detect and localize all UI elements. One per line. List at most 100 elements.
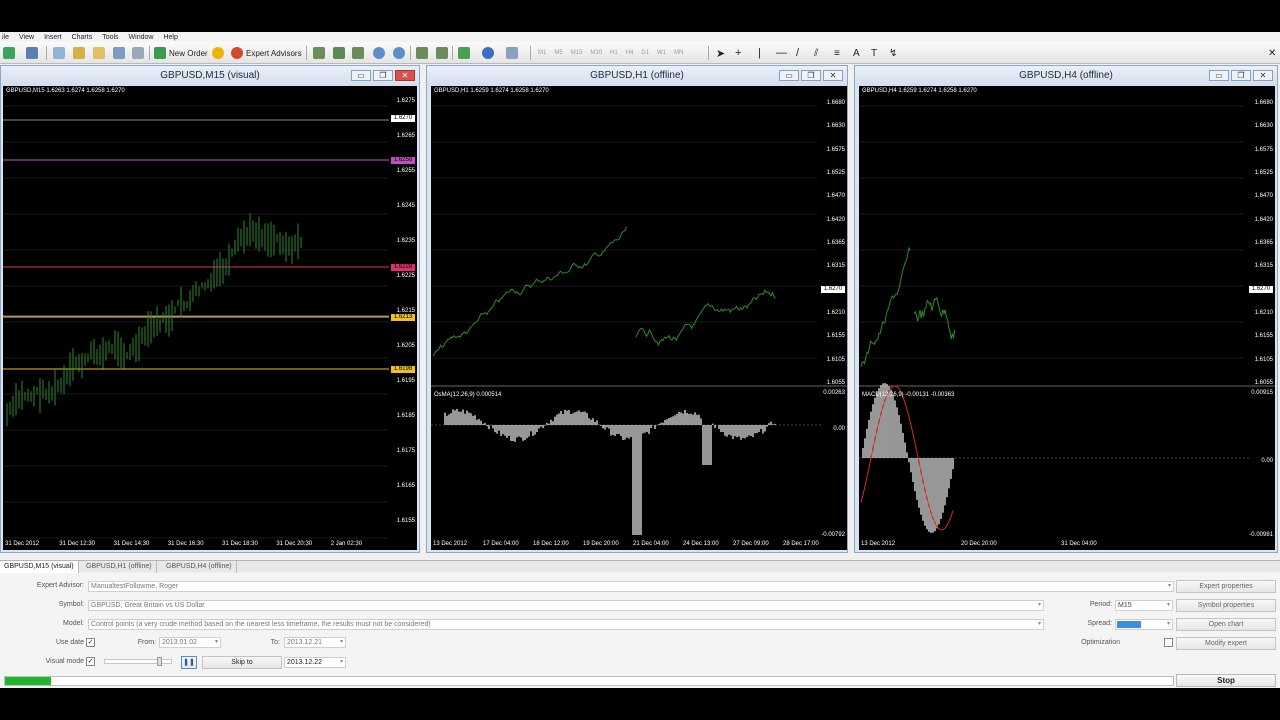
progress-fill [5,677,51,685]
tf-w1[interactable]: W1 [657,50,666,56]
menu-window[interactable]: Window [129,34,164,41]
expert-advisors-button[interactable]: Expert Advisors [231,46,302,60]
skip-to-date-input[interactable]: 2013.12.22 ▾ [284,657,346,668]
minimize-button[interactable]: ▭ [351,70,371,81]
strategy-tester-icon[interactable] [132,46,144,60]
new-chart-icon[interactable] [3,46,15,60]
tab-m15[interactable]: GBPUSD,M15 (visual) [0,561,79,573]
label-icon[interactable]: T [871,46,877,60]
visual-mode-checkbox[interactable]: ✓ [86,657,95,666]
time-axis: 13 Dec 2012 20 Dec 20:00 31 Dec 04:00 [859,540,1275,550]
model-select[interactable]: Control points (a very crude method base… [88,619,1044,630]
menu-file[interactable]: ile [0,34,19,41]
expert-advisor-label: Expert Advisor: [36,582,84,589]
to-date-input[interactable]: 2013.12.21 ▾ [284,637,346,648]
price-chart[interactable]: GBPUSD,H4 1.6259 1.6274 1.6258 1.6270 1.… [859,86,1275,550]
tf-m5[interactable]: M5 [554,50,562,56]
tf-h1[interactable]: H1 [610,50,618,56]
tf-m30[interactable]: M30 [590,50,602,56]
expert-properties-button[interactable]: Expert properties [1176,580,1276,593]
time-tick-label: 24 Dec 13:00 [683,541,719,547]
close-button[interactable]: ✕ [395,70,415,81]
toolbar: New Order Expert Advisors M1 M5 M15 M30 … [0,42,1280,64]
metaeditor-icon[interactable] [212,46,224,60]
menu-tools[interactable]: Tools [102,34,128,41]
symbol-select[interactable]: GBPUSD, Great Britain vs US Dollar ▾ [88,600,1044,611]
maximize-button[interactable]: ❐ [373,70,393,81]
speed-slider[interactable] [104,657,172,666]
market-watch-icon[interactable] [53,46,65,60]
trendline-icon[interactable]: / [796,46,799,60]
menu-view[interactable]: View [19,34,44,41]
tab-h1[interactable]: GBPUSD,H1 (offline) [82,561,157,573]
autoscroll-icon[interactable] [416,46,428,60]
horizontal-line-icon[interactable]: — [776,46,787,60]
stop-button[interactable]: Stop [1176,674,1276,687]
menu-help[interactable]: Help [163,34,187,41]
spread-select[interactable]: ▾ [1115,619,1173,630]
menu-insert[interactable]: Insert [44,34,72,41]
test-progress-bar [4,676,1174,686]
strategy-tester-panel: Expert Advisor: ManualtestFollowme, Roge… [0,573,1280,688]
zoom-out-icon[interactable] [393,46,405,60]
templates-icon[interactable] [506,46,518,60]
navigator-icon[interactable] [93,46,105,60]
close-button[interactable]: ✕ [1253,70,1273,81]
price-chart-canvas [859,105,1275,533]
close-button[interactable]: ✕ [823,70,843,81]
channel-icon[interactable]: ⫽ [814,46,818,60]
price-tick-label: 1.6265 [396,133,415,139]
indicators-icon[interactable] [458,46,470,60]
ohlc-label: GBPUSD,H1 1.6259 1.6274 1.6258 1.6270 [434,88,549,94]
profiles-icon[interactable] [26,46,38,60]
symbol-properties-button[interactable]: Symbol properties [1176,599,1276,612]
modify-expert-button[interactable]: Modify expert [1176,637,1276,650]
minimize-button[interactable]: ▭ [779,70,799,81]
price-chart[interactable]: GBPUSD,M15 1.6263 1.6274 1.6258 1.6270 1… [3,86,417,550]
line-chart-icon[interactable] [352,46,364,60]
slider-handle[interactable] [157,657,162,666]
spread-label: Spread: [1087,620,1112,627]
data-window-icon[interactable] [73,46,85,60]
expert-advisor-select[interactable]: ManualtestFollowme, Roger ▾ [88,581,1174,592]
time-axis: 31 Dec 2012 31 Dec 12:30 31 Dec 14:30 31 De… [3,540,417,550]
tf-h4[interactable]: H4 [626,50,634,56]
period-select[interactable]: M15 ▾ [1115,600,1173,611]
bar-chart-icon[interactable] [313,46,325,60]
zoom-in-icon[interactable] [373,46,385,60]
skip-to-button[interactable]: Skip to [202,656,282,669]
minimize-button[interactable]: ▭ [1209,70,1229,81]
arrows-icon[interactable]: ↯ [889,46,897,60]
maximize-button[interactable]: ❐ [1231,70,1251,81]
price-tick-label: 1.6420 [1254,216,1273,223]
chart-shift-icon[interactable] [436,46,448,60]
cursor-icon[interactable]: ➤ [716,46,725,60]
vertical-line-icon[interactable]: | [758,46,761,60]
chevron-down-icon: ▾ [339,639,343,645]
price-level-tag: 1.6228 [391,264,415,271]
tf-m1[interactable]: M1 [538,50,546,56]
maximize-button[interactable]: ❐ [801,70,821,81]
indicator-zero-value: 0.00 [833,426,845,432]
optimization-checkbox[interactable] [1164,638,1173,647]
tf-m15[interactable]: M15 [571,50,583,56]
pause-button[interactable]: ❚❚ [181,656,197,669]
terminal-icon[interactable] [113,46,125,60]
close-icon[interactable]: ✕ [1268,46,1276,60]
price-tick-label: 1.6365 [826,240,845,246]
price-chart[interactable]: GBPUSD,H1 1.6259 1.6274 1.6258 1.6270 1.… [431,86,847,550]
fibonacci-icon[interactable]: ≡ [834,46,840,60]
visual-mode-label: Visual mode [45,658,84,665]
menu-charts[interactable]: Charts [72,34,103,41]
crosshair-icon[interactable]: + [735,46,741,60]
text-icon[interactable]: A [853,46,860,60]
new-order-button[interactable]: New Order [154,46,208,60]
new-order-icon [154,47,166,59]
tf-mn[interactable]: MN [674,50,683,56]
tab-h4[interactable]: GBPUSD,H4 (offline) [162,561,237,573]
candlestick-icon[interactable] [333,46,345,60]
price-tick-label: 1.6315 [1254,263,1273,270]
tf-d1[interactable]: D1 [641,50,649,56]
periods-icon[interactable] [482,46,494,60]
open-chart-button[interactable]: Open chart [1176,618,1276,631]
